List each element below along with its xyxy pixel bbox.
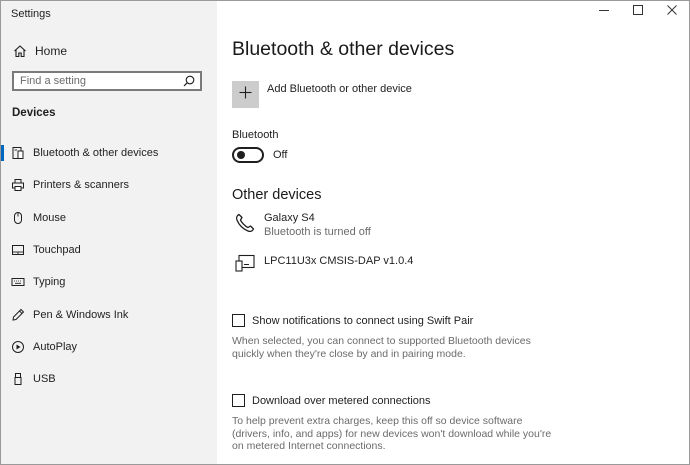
sidebar-item-typing[interactable]: Typing [1, 266, 217, 298]
phone-icon [232, 211, 258, 235]
plus-icon [239, 86, 252, 104]
home-nav-item[interactable]: Home [1, 39, 217, 63]
main-content: Bluetooth & other devices Add Bluetooth … [232, 1, 672, 464]
swift-pair-row[interactable]: Show notifications to connect using Swif… [232, 314, 473, 327]
metered-row[interactable]: Download over metered connections [232, 394, 431, 407]
sidebar-item-label: USB [33, 373, 56, 386]
keyboard-icon [11, 275, 25, 289]
metered-checkbox[interactable] [232, 394, 245, 407]
sidebar-item-pen[interactable]: Pen & Windows Ink [1, 298, 217, 330]
sidebar: Settings Home Devices Bluetooth & other … [1, 1, 217, 464]
home-icon [13, 44, 27, 58]
search-box[interactable] [12, 71, 202, 91]
sidebar-item-label: Printers & scanners [33, 179, 129, 192]
sidebar-item-printers[interactable]: Printers & scanners [1, 169, 217, 201]
toggle-knob [237, 151, 245, 159]
sidebar-item-label: Pen & Windows Ink [33, 308, 129, 321]
add-device-label[interactable]: Add Bluetooth or other device [267, 83, 412, 95]
usb-icon [11, 372, 25, 386]
device-icon [232, 251, 258, 275]
swift-pair-label[interactable]: Show notifications to connect using Swif… [252, 315, 473, 327]
device-lpc11u3x[interactable]: LPC11U3x CMSIS-DAP v1.0.4 [232, 251, 413, 275]
sidebar-item-usb[interactable]: USB [1, 363, 217, 395]
bluetooth-devices-icon [11, 146, 25, 160]
bluetooth-toggle-row: Off [232, 147, 287, 163]
other-devices-title: Other devices [232, 187, 322, 203]
device-name: LPC11U3x CMSIS-DAP v1.0.4 [264, 255, 414, 267]
sidebar-item-label: AutoPlay [33, 340, 78, 353]
bluetooth-state: Off [273, 149, 288, 161]
search-input[interactable] [20, 75, 178, 87]
autoplay-icon [11, 340, 25, 354]
mouse-icon [11, 211, 25, 225]
search-icon[interactable] [182, 74, 196, 88]
pen-icon [11, 308, 25, 322]
swift-pair-checkbox[interactable] [232, 314, 245, 327]
device-text: Galaxy S4 Bluetooth is turned off [264, 211, 371, 239]
swift-pair-description: When selected, you can connect to suppor… [232, 335, 531, 360]
home-label: Home [35, 44, 68, 58]
sidebar-item-touchpad[interactable]: Touchpad [1, 234, 217, 266]
bluetooth-toggle[interactable] [232, 147, 264, 163]
device-status: Bluetooth is turned off [264, 226, 371, 238]
sidebar-nav: Bluetooth & other devices Printers & sca… [1, 137, 217, 395]
bluetooth-label: Bluetooth [232, 129, 279, 141]
touchpad-icon [11, 243, 25, 257]
app-title: Settings [11, 8, 51, 20]
metered-description: To help prevent extra charges, keep this… [232, 415, 552, 452]
sidebar-item-label: Typing [33, 276, 66, 289]
sidebar-item-autoplay[interactable]: AutoPlay [1, 331, 217, 363]
section-label-devices: Devices [12, 107, 56, 119]
printer-icon [11, 178, 25, 192]
page-title: Bluetooth & other devices [232, 38, 455, 60]
sidebar-item-mouse[interactable]: Mouse [1, 202, 217, 234]
sidebar-item-label: Touchpad [33, 244, 81, 257]
sidebar-item-bluetooth[interactable]: Bluetooth & other devices [1, 137, 217, 169]
device-text: LPC11U3x CMSIS-DAP v1.0.4 [264, 251, 413, 268]
device-galaxy-s4[interactable]: Galaxy S4 Bluetooth is turned off [232, 211, 371, 239]
metered-label[interactable]: Download over metered connections [252, 395, 431, 407]
settings-window: Settings Home Devices Bluetooth & other … [0, 0, 690, 465]
add-tile[interactable] [232, 81, 259, 108]
sidebar-item-label: Mouse [33, 211, 67, 224]
add-device-button[interactable]: Add Bluetooth or other device [232, 81, 412, 108]
sidebar-item-label: Bluetooth & other devices [33, 147, 159, 160]
device-name: Galaxy S4 [264, 212, 315, 224]
